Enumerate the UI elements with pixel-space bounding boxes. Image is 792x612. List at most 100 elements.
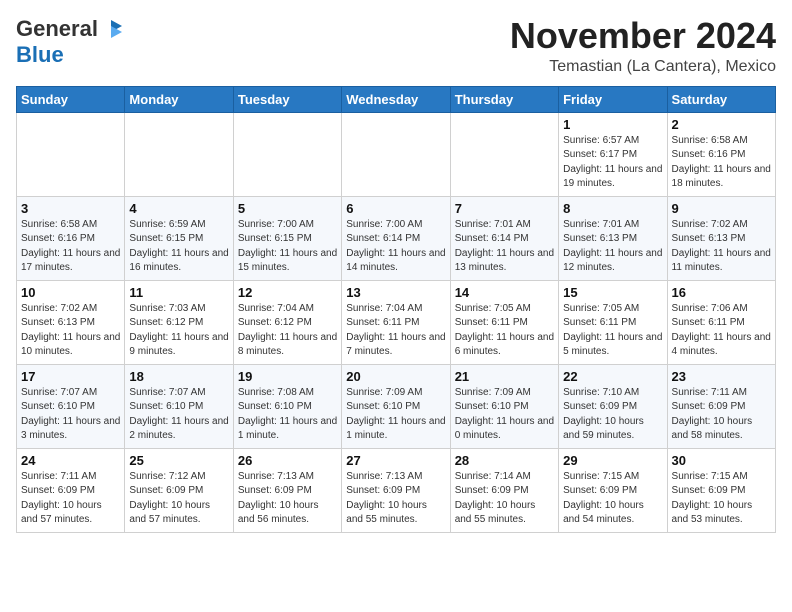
calendar-cell: 10 Sunrise: 7:02 AM Sunset: 6:13 PM Dayli… [17,280,125,364]
day-info: Sunrise: 7:14 AM Sunset: 6:09 PM Dayligh… [455,470,554,528]
day-info: Sunrise: 7:01 AM Sunset: 6:13 PM Dayligh… [563,218,662,276]
logo-flag-icon [100,18,122,40]
calendar-header-thursday: Thursday [450,86,558,112]
calendar-header-wednesday: Wednesday [342,86,450,112]
calendar-week-row: 1 Sunrise: 6:57 AM Sunset: 6:17 PM Daylig… [17,112,776,196]
calendar-cell: 14 Sunrise: 7:05 AM Sunset: 6:11 PM Dayli… [450,280,558,364]
logo: General Blue [16,16,122,68]
calendar-cell: 5 Sunrise: 7:00 AM Sunset: 6:15 PM Daylig… [233,196,341,280]
day-number: 17 [21,369,120,384]
calendar-cell: 23 Sunrise: 7:11 AM Sunset: 6:09 PM Dayli… [667,364,775,448]
calendar-cell: 11 Sunrise: 7:03 AM Sunset: 6:12 PM Dayli… [125,280,233,364]
calendar-header-row: SundayMondayTuesdayWednesdayThursdayFrid… [17,86,776,112]
day-info: Sunrise: 7:11 AM Sunset: 6:09 PM Dayligh… [21,470,120,528]
day-number: 13 [346,285,445,300]
day-info: Sunrise: 6:58 AM Sunset: 6:16 PM Dayligh… [21,218,120,276]
calendar-cell [342,112,450,196]
day-info: Sunrise: 6:59 AM Sunset: 6:15 PM Dayligh… [129,218,228,276]
day-number: 28 [455,453,554,468]
day-info: Sunrise: 7:11 AM Sunset: 6:09 PM Dayligh… [672,386,771,444]
title-section: November 2024 Temastian (La Cantera), Me… [510,16,776,76]
day-info: Sunrise: 7:09 AM Sunset: 6:10 PM Dayligh… [455,386,554,444]
day-number: 2 [672,117,771,132]
day-number: 1 [563,117,662,132]
logo-general-text: General [16,16,98,42]
day-number: 19 [238,369,337,384]
day-info: Sunrise: 7:00 AM Sunset: 6:14 PM Dayligh… [346,218,445,276]
calendar-cell [233,112,341,196]
calendar-cell: 7Sunrise: 7:01 AM Sunset: 6:14 PM Daylig… [450,196,558,280]
calendar-week-row: 17 Sunrise: 7:07 AM Sunset: 6:10 PM Dayli… [17,364,776,448]
calendar-header-friday: Friday [559,86,667,112]
main-title: November 2024 [510,16,776,56]
calendar-cell: 15 Sunrise: 7:05 AM Sunset: 6:11 PM Dayli… [559,280,667,364]
calendar-cell: 28 Sunrise: 7:14 AM Sunset: 6:09 PM Dayli… [450,448,558,532]
day-info: Sunrise: 7:00 AM Sunset: 6:15 PM Dayligh… [238,218,337,276]
day-number: 24 [21,453,120,468]
day-number: 22 [563,369,662,384]
day-number: 8 [563,201,662,216]
calendar-header-tuesday: Tuesday [233,86,341,112]
day-number: 7 [455,201,554,216]
day-info: Sunrise: 6:58 AM Sunset: 6:16 PM Dayligh… [672,134,771,192]
calendar-cell: 20 Sunrise: 7:09 AM Sunset: 6:10 PM Dayli… [342,364,450,448]
day-info: Sunrise: 7:02 AM Sunset: 6:13 PM Dayligh… [21,302,120,360]
calendar-cell [450,112,558,196]
day-number: 5 [238,201,337,216]
day-info: Sunrise: 7:08 AM Sunset: 6:10 PM Dayligh… [238,386,337,444]
day-number: 9 [672,201,771,216]
day-info: Sunrise: 7:15 AM Sunset: 6:09 PM Dayligh… [672,470,771,528]
calendar-cell: 29 Sunrise: 7:15 AM Sunset: 6:09 PM Dayli… [559,448,667,532]
calendar-cell: 6Sunrise: 7:00 AM Sunset: 6:14 PM Daylig… [342,196,450,280]
day-number: 4 [129,201,228,216]
day-number: 20 [346,369,445,384]
day-info: Sunrise: 7:15 AM Sunset: 6:09 PM Dayligh… [563,470,662,528]
day-number: 29 [563,453,662,468]
day-info: Sunrise: 7:07 AM Sunset: 6:10 PM Dayligh… [129,386,228,444]
subtitle: Temastian (La Cantera), Mexico [510,58,776,76]
calendar-cell: 9 Sunrise: 7:02 AM Sunset: 6:13 PM Daylig… [667,196,775,280]
day-number: 25 [129,453,228,468]
day-number: 21 [455,369,554,384]
calendar-cell [17,112,125,196]
calendar-week-row: 24 Sunrise: 7:11 AM Sunset: 6:09 PM Dayli… [17,448,776,532]
day-info: Sunrise: 7:02 AM Sunset: 6:13 PM Dayligh… [672,218,771,276]
calendar-cell: 19 Sunrise: 7:08 AM Sunset: 6:10 PM Dayli… [233,364,341,448]
calendar-header-saturday: Saturday [667,86,775,112]
calendar-header-sunday: Sunday [17,86,125,112]
day-info: Sunrise: 7:06 AM Sunset: 6:11 PM Dayligh… [672,302,771,360]
day-number: 11 [129,285,228,300]
calendar-cell: 17 Sunrise: 7:07 AM Sunset: 6:10 PM Dayli… [17,364,125,448]
day-number: 15 [563,285,662,300]
calendar-cell: 26 Sunrise: 7:13 AM Sunset: 6:09 PM Dayli… [233,448,341,532]
day-number: 12 [238,285,337,300]
day-number: 18 [129,369,228,384]
day-number: 16 [672,285,771,300]
header: General Blue November 2024 Temastian (La… [16,16,776,76]
day-info: Sunrise: 7:13 AM Sunset: 6:09 PM Dayligh… [238,470,337,528]
day-number: 14 [455,285,554,300]
day-number: 26 [238,453,337,468]
calendar-cell: 27Sunrise: 7:13 AM Sunset: 6:09 PM Dayli… [342,448,450,532]
day-info: Sunrise: 7:12 AM Sunset: 6:09 PM Dayligh… [129,470,228,528]
day-info: Sunrise: 7:05 AM Sunset: 6:11 PM Dayligh… [563,302,662,360]
calendar-cell: 13Sunrise: 7:04 AM Sunset: 6:11 PM Dayli… [342,280,450,364]
calendar-cell: 30Sunrise: 7:15 AM Sunset: 6:09 PM Dayli… [667,448,775,532]
day-number: 23 [672,369,771,384]
calendar-cell [125,112,233,196]
day-info: Sunrise: 6:57 AM Sunset: 6:17 PM Dayligh… [563,134,662,192]
calendar-week-row: 10 Sunrise: 7:02 AM Sunset: 6:13 PM Dayli… [17,280,776,364]
day-number: 3 [21,201,120,216]
calendar-cell: 21 Sunrise: 7:09 AM Sunset: 6:10 PM Dayli… [450,364,558,448]
day-info: Sunrise: 7:09 AM Sunset: 6:10 PM Dayligh… [346,386,445,444]
calendar-cell: 22 Sunrise: 7:10 AM Sunset: 6:09 PM Dayli… [559,364,667,448]
logo-blue-text: Blue [16,42,64,67]
calendar-cell: 4 Sunrise: 6:59 AM Sunset: 6:15 PM Daylig… [125,196,233,280]
day-info: Sunrise: 7:10 AM Sunset: 6:09 PM Dayligh… [563,386,662,444]
day-info: Sunrise: 7:05 AM Sunset: 6:11 PM Dayligh… [455,302,554,360]
day-info: Sunrise: 7:03 AM Sunset: 6:12 PM Dayligh… [129,302,228,360]
calendar-week-row: 3 Sunrise: 6:58 AM Sunset: 6:16 PM Daylig… [17,196,776,280]
day-info: Sunrise: 7:07 AM Sunset: 6:10 PM Dayligh… [21,386,120,444]
day-number: 27 [346,453,445,468]
day-number: 10 [21,285,120,300]
